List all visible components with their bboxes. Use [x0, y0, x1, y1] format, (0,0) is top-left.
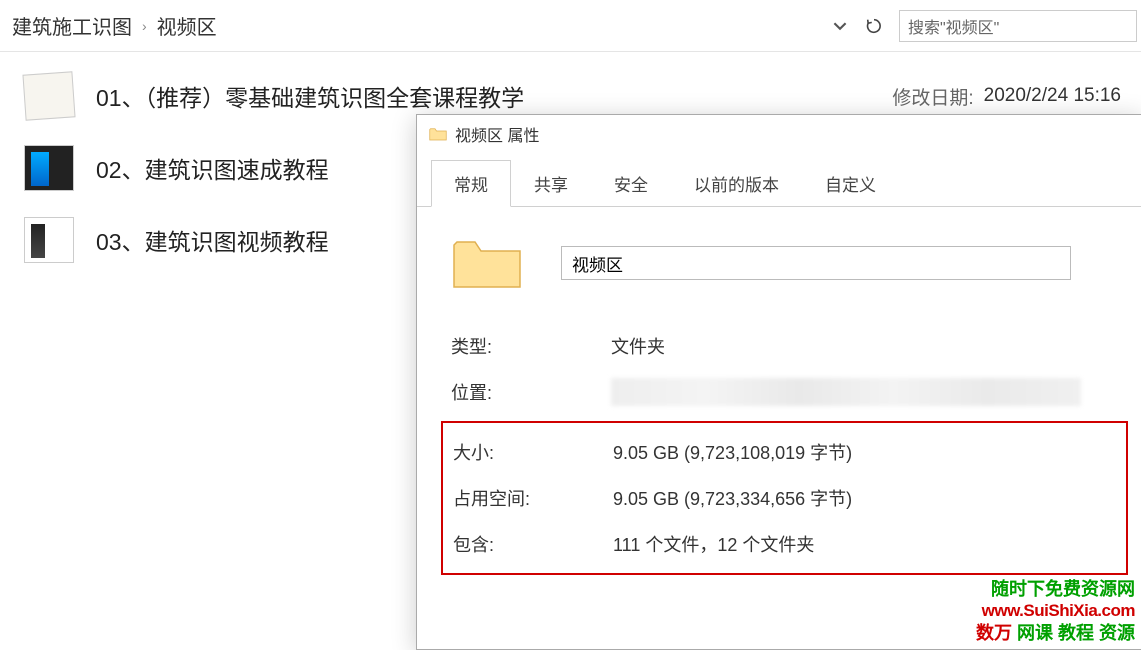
file-name: 01、（推荐）零基础建筑识图全套课程教学 [96, 79, 874, 113]
tab-sharing[interactable]: 共享 [511, 160, 591, 207]
property-row-contains: 包含: 111 个文件，12 个文件夹 [453, 521, 1126, 567]
refresh-icon [865, 17, 883, 35]
tab-customize[interactable]: 自定义 [802, 160, 899, 207]
folder-icon [429, 126, 447, 142]
watermark-line: 随时下免费资源网 [976, 578, 1135, 601]
chevron-down-icon [833, 19, 847, 33]
breadcrumb-current[interactable]: 视频区 [157, 11, 217, 40]
prop-value: 9.05 GB (9,723,334,656 字节) [613, 485, 852, 511]
highlight-box: 大小: 9.05 GB (9,723,108,019 字节) 占用空间: 9.0… [441, 421, 1128, 575]
prop-label: 类型: [451, 333, 611, 359]
header-bar: 建筑施工识图 › 视频区 搜索"视频区" [0, 0, 1141, 52]
prop-label: 位置: [451, 379, 611, 405]
prop-value: 文件夹 [611, 333, 665, 359]
prop-label: 包含: [453, 531, 613, 557]
folder-thumbnail-icon [20, 215, 78, 265]
dialog-body: 类型: 文件夹 位置: 大小: 9.05 GB (9,723,108,019 字… [417, 207, 1141, 575]
folder-thumbnail-icon [20, 143, 78, 193]
meta-label: 修改日期: [892, 83, 973, 110]
folder-large-icon [451, 231, 523, 295]
search-input[interactable]: 搜索"视频区" [899, 10, 1137, 42]
watermark-line: 数万 网课 教程 资源 [976, 622, 1135, 645]
watermark-line: www.SuiShiXia.com [976, 600, 1135, 621]
prop-value: 111 个文件，12 个文件夹 [613, 531, 814, 557]
tabs-row: 常规 共享 安全 以前的版本 自定义 [417, 159, 1141, 207]
chevron-right-icon: › [142, 18, 147, 34]
search-placeholder: 搜索"视频区" [908, 14, 999, 38]
property-row-location: 位置: [451, 369, 1128, 415]
watermark: 随时下免费资源网 www.SuiShiXia.com 数万 网课 教程 资源 [976, 578, 1135, 644]
tab-security[interactable]: 安全 [591, 160, 671, 207]
meta-value: 2020/2/24 15:16 [984, 85, 1121, 107]
property-row-size: 大小: 9.05 GB (9,723,108,019 字节) [453, 429, 1126, 475]
property-row-size-on-disk: 占用空间: 9.05 GB (9,723,334,656 字节) [453, 475, 1126, 521]
tab-previous-versions[interactable]: 以前的版本 [671, 160, 802, 207]
prop-label: 占用空间: [453, 485, 613, 511]
refresh-button[interactable] [857, 10, 891, 42]
breadcrumb-parent[interactable]: 建筑施工识图 [12, 11, 132, 40]
breadcrumb[interactable]: 建筑施工识图 › 视频区 [0, 11, 823, 40]
file-meta: 修改日期: 2020/2/24 15:16 [892, 83, 1121, 110]
dialog-title: 视频区 属性 [455, 122, 539, 146]
dropdown-button[interactable] [823, 10, 857, 42]
properties-dialog: 视频区 属性 常规 共享 安全 以前的版本 自定义 类型: 文件夹 位置: 大小… [416, 114, 1141, 650]
dialog-title-bar[interactable]: 视频区 属性 [417, 115, 1141, 153]
property-row-type: 类型: 文件夹 [451, 323, 1128, 369]
tab-general[interactable]: 常规 [431, 160, 511, 207]
folder-thumbnail-icon [20, 71, 78, 121]
folder-name-input[interactable] [561, 246, 1071, 280]
prop-value: 9.05 GB (9,723,108,019 字节) [613, 439, 852, 465]
blurred-value [611, 378, 1081, 406]
prop-label: 大小: [453, 439, 613, 465]
